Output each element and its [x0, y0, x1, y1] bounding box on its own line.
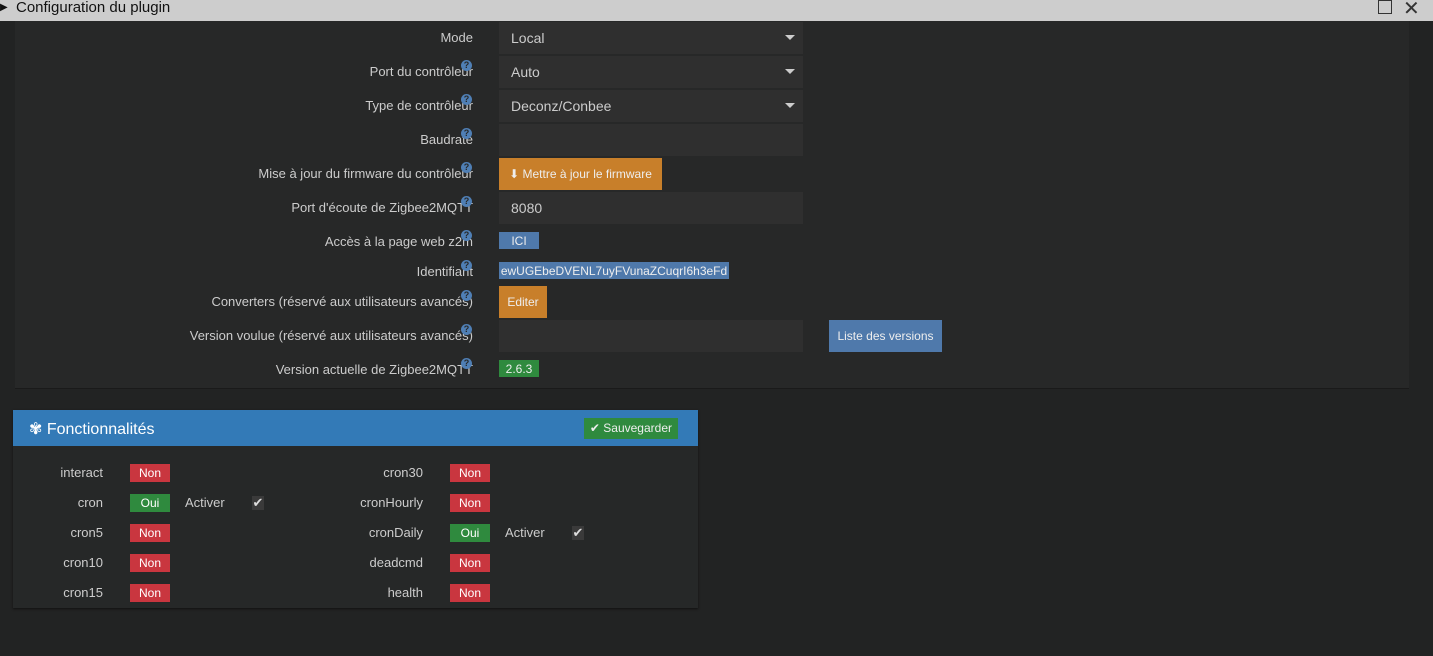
activate-label: Activer — [185, 495, 225, 510]
update-firmware-button[interactable]: ⬇ Mettre à jour le firmware — [499, 158, 662, 190]
help-icon[interactable]: ? — [461, 60, 472, 71]
caret-down-icon — [785, 103, 795, 108]
feature-name: cronDaily — [368, 525, 423, 540]
ici-link-button[interactable]: ICI — [499, 232, 539, 249]
feature-name: cron5 — [70, 525, 103, 540]
version-list-button[interactable]: Liste des versions — [829, 320, 942, 352]
help-icon[interactable]: ? — [461, 196, 472, 207]
type-value: Deconz/Conbee — [511, 98, 612, 114]
type-label: Type de contrôleur — [365, 98, 473, 113]
feature-status-badge: Non — [450, 464, 490, 482]
save-label: Sauvegarder — [603, 421, 672, 435]
activate-checkbox[interactable]: ✔ — [572, 526, 584, 540]
feature-name: cron — [77, 495, 103, 510]
activate-label: Activer — [505, 525, 545, 540]
window-title: Configuration du plugin — [16, 0, 171, 16]
feature-name: cronHourly — [360, 495, 423, 510]
baudrate-input[interactable] — [499, 124, 803, 156]
features-panel: ✾ Fonctionnalités ✔ Sauvegarder interact… — [13, 410, 698, 608]
window-titlebar: ▶ Configuration du plugin ✕ — [0, 0, 1433, 21]
caret-down-icon — [785, 69, 795, 74]
mode-value: Local — [511, 30, 545, 46]
feature-status-badge: Non — [130, 464, 170, 482]
current-version-label: Version actuelle de Zigbee2MQTT — [275, 362, 473, 377]
download-icon: ⬇ — [509, 167, 520, 181]
feature-status-badge: Non — [450, 494, 490, 512]
help-icon[interactable]: ? — [461, 324, 472, 335]
help-icon[interactable]: ? — [461, 260, 472, 271]
port-value: Auto — [511, 64, 540, 80]
port-select[interactable]: Auto — [499, 56, 803, 88]
feature-name: interact — [60, 465, 103, 480]
check-circle-icon: ✔ — [589, 421, 600, 435]
feature-status-badge: Non — [450, 584, 490, 602]
help-icon[interactable]: ? — [461, 94, 472, 105]
mode-select[interactable]: Local — [499, 22, 803, 54]
maximize-icon[interactable] — [1378, 0, 1392, 14]
collapse-arrow-icon[interactable]: ▶ — [0, 2, 8, 13]
firmware-label: Mise à jour du firmware du contrôleur — [258, 166, 473, 181]
edit-converters-button[interactable]: Editer — [499, 286, 547, 318]
webpage-label: Accès à la page web z2m — [324, 234, 473, 249]
feature-name: health — [387, 585, 423, 600]
type-select[interactable]: Deconz/Conbee — [499, 90, 803, 122]
identifier-value: ewUGEbeDVENL7uyFVunaZCuqrI6h3eFd — [499, 262, 729, 279]
update-firmware-label: Mettre à jour le firmware — [522, 167, 652, 181]
feature-status-badge: Non — [130, 584, 170, 602]
help-icon[interactable]: ? — [461, 290, 472, 301]
converters-label: Converters (réservé aux utilisateurs ava… — [211, 294, 473, 309]
activate-checkbox[interactable]: ✔ — [252, 496, 264, 510]
help-icon[interactable]: ? — [461, 162, 472, 173]
caret-down-icon — [785, 35, 795, 40]
help-icon[interactable]: ? — [461, 230, 472, 241]
port-label: Port du contrôleur — [369, 64, 473, 79]
puzzle-icon: ✾ — [29, 421, 43, 438]
feature-status-badge: Non — [130, 524, 170, 542]
wanted-version-input[interactable] — [499, 320, 803, 352]
feature-status-badge: Oui — [130, 494, 170, 512]
listen-port-label: Port d'écoute de Zigbee2MQTT — [291, 200, 473, 215]
feature-name: cron10 — [63, 555, 103, 570]
close-icon[interactable]: ✕ — [1403, 0, 1420, 21]
features-title: Fonctionnalités — [46, 421, 155, 438]
feature-status-badge: Oui — [450, 524, 490, 542]
config-panel: Mode Local Port du contrôleur? Auto Type… — [15, 21, 1409, 389]
feature-name: cron15 — [63, 585, 103, 600]
feature-status-badge: Non — [450, 554, 490, 572]
mode-label: Mode — [440, 30, 473, 45]
listen-port-input[interactable]: 8080 — [499, 192, 803, 224]
features-header: ✾ Fonctionnalités ✔ Sauvegarder — [13, 410, 698, 446]
help-icon[interactable]: ? — [461, 358, 472, 369]
feature-name: cron30 — [383, 465, 423, 480]
feature-name: deadcmd — [369, 555, 423, 570]
help-icon[interactable]: ? — [461, 128, 472, 139]
current-version-badge: 2.6.3 — [499, 360, 539, 377]
save-button[interactable]: ✔ Sauvegarder — [583, 418, 678, 439]
wanted-version-label: Version voulue (réservé aux utilisateurs… — [189, 328, 473, 343]
feature-status-badge: Non — [130, 554, 170, 572]
